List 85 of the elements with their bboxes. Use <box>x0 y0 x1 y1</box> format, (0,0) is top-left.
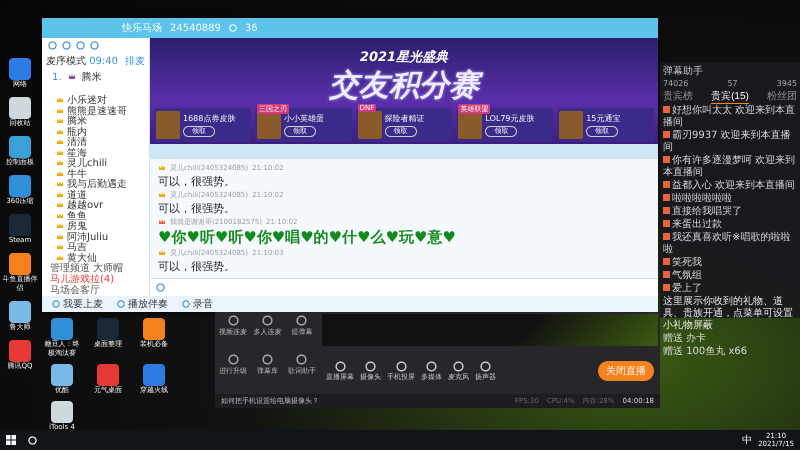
app-icon[interactable] <box>9 97 31 119</box>
channel-item[interactable]: 马场会客厅 <box>42 285 149 296</box>
stat-value: 74026 <box>663 79 688 88</box>
reward-name: 15元通宝 <box>586 113 620 124</box>
crown-icon <box>158 218 166 226</box>
toolbar-button[interactable]: 录音 <box>182 297 213 311</box>
message-text: 可以，很强势。 <box>158 201 236 216</box>
panel-tab[interactable]: 贵宾榜 <box>663 89 693 104</box>
queue-name: 腾米 <box>82 70 102 84</box>
room-id: 24540889 <box>170 22 221 34</box>
member-item[interactable]: 灵儿chili <box>42 158 149 168</box>
app-icon[interactable] <box>51 401 73 423</box>
app-icon[interactable] <box>51 364 73 386</box>
image-placeholder <box>559 111 584 140</box>
channel-item[interactable]: 马儿游戏拉(4) <box>42 274 149 285</box>
reward-name: LOL79元皮肤 <box>485 113 534 124</box>
welcome-message: 好想你叫太太 欢迎来到本直播间 <box>663 105 796 129</box>
member-item[interactable]: 阿沛Juliu <box>42 232 149 242</box>
member-item[interactable]: 越越ovr <box>42 200 149 210</box>
banner-subtitle: 2021星光盛典 <box>360 49 448 66</box>
chat-message: 啦啦啦啦啦啦 <box>663 193 797 205</box>
crown-icon <box>158 249 166 258</box>
room-title: 快乐马场 <box>122 22 162 35</box>
ime-indicator[interactable]: 中 <box>742 433 752 447</box>
welcome-message: 益都入心 欢迎来到本直播间 <box>663 180 797 192</box>
mode-time: 09:40 <box>89 56 118 67</box>
member-item[interactable]: 房鬼 <box>42 221 149 232</box>
member-item[interactable]: 熊熊是速速哥 <box>42 106 149 116</box>
reward-name: 小小英雄蛋 <box>284 113 324 124</box>
chat-message: 爱上了 <box>663 283 797 295</box>
queue-index: 1. <box>52 72 62 82</box>
member-item[interactable]: 瓶内 <box>42 126 149 137</box>
member-item[interactable]: 我与后勤遇走 <box>42 179 149 190</box>
member-item[interactable]: 黄大仙 <box>42 252 149 263</box>
online-count: 36 <box>244 22 258 34</box>
chat-message: 来蛋出过款 <box>663 219 797 231</box>
app-icon[interactable] <box>9 136 31 158</box>
panel-tab[interactable]: 粉丝团 <box>766 89 797 104</box>
stat-value: 57 <box>727 79 738 88</box>
welcome-message: 你有许多逐漫梦呵 欢迎来到本直播间 <box>663 155 796 179</box>
panel-tab[interactable]: 贵宾(15) <box>711 89 749 104</box>
chat-message: 直接给我唱哭了 <box>663 206 797 218</box>
message-text: 可以，很强势。 <box>158 259 236 274</box>
toolbar-button[interactable]: 播放伴奏 <box>117 297 168 311</box>
member-item[interactable]: 小乐迷对 <box>42 95 149 106</box>
message-text: 可以，很强势。 <box>158 174 236 190</box>
app-icon[interactable] <box>9 301 31 323</box>
reward-name: 探险者精证 <box>384 113 425 124</box>
chat-message: 我还真喜欢听※唱歌的啦啦啦 <box>663 232 792 256</box>
welcome-message: 霸刃9937 欢迎来到本直播间 <box>663 130 792 154</box>
image-placeholder <box>458 111 482 140</box>
app-icon[interactable] <box>9 58 31 80</box>
member-item[interactable]: 马吉 <box>42 242 149 252</box>
mode-label: 麦序模式 <box>46 56 87 67</box>
windows-icon[interactable] <box>6 435 16 445</box>
app-icon[interactable] <box>9 253 31 275</box>
message-input[interactable] <box>150 278 658 296</box>
image-placeholder <box>256 111 281 140</box>
channel-item[interactable]: 管理频道 大师帽 <box>42 263 149 274</box>
gift-message: 赠送 100鱼丸 x66 <box>663 346 748 358</box>
stat-value: 3945 <box>776 79 797 88</box>
crown-icon <box>158 164 166 172</box>
member-item[interactable]: 笙海 <box>42 148 149 158</box>
app-icon[interactable] <box>143 318 165 340</box>
toolbar-button[interactable]: 我要上麦 <box>52 297 103 311</box>
member-item[interactable]: 鱼鱼 <box>42 210 149 221</box>
crown-icon <box>68 73 76 81</box>
member-item[interactable]: 清清 <box>42 137 149 148</box>
chat-message: 笑死我 <box>663 257 797 269</box>
banner-title: 交友积分赛 <box>323 66 485 106</box>
gift-message: 赠送 办卡 <box>663 333 708 345</box>
image-placeholder <box>156 111 180 140</box>
queue-button[interactable]: 排麦 <box>125 54 145 68</box>
reward-name: 1688点券皮肤 <box>183 113 236 124</box>
image-placeholder <box>358 111 382 140</box>
crown-icon <box>158 191 166 200</box>
app-icon[interactable] <box>9 175 31 197</box>
app-icon[interactable] <box>51 318 73 340</box>
message-text: ♥你♥听♥听♥你♥唱♥的♥什♥么♥玩♥意♥ <box>158 228 457 248</box>
member-item[interactable]: 腾米 <box>42 116 149 126</box>
panel-title: 弹幕助手 <box>663 64 704 78</box>
member-item[interactable]: 牛牛 <box>42 168 149 179</box>
gift-notice: 这里展示你收到的礼物、道具、贵族开通，点菜单可设置小礼物屏蔽 <box>663 296 794 332</box>
chat-message: 气氛组 <box>663 270 797 282</box>
member-item[interactable]: 道道 <box>42 190 149 200</box>
